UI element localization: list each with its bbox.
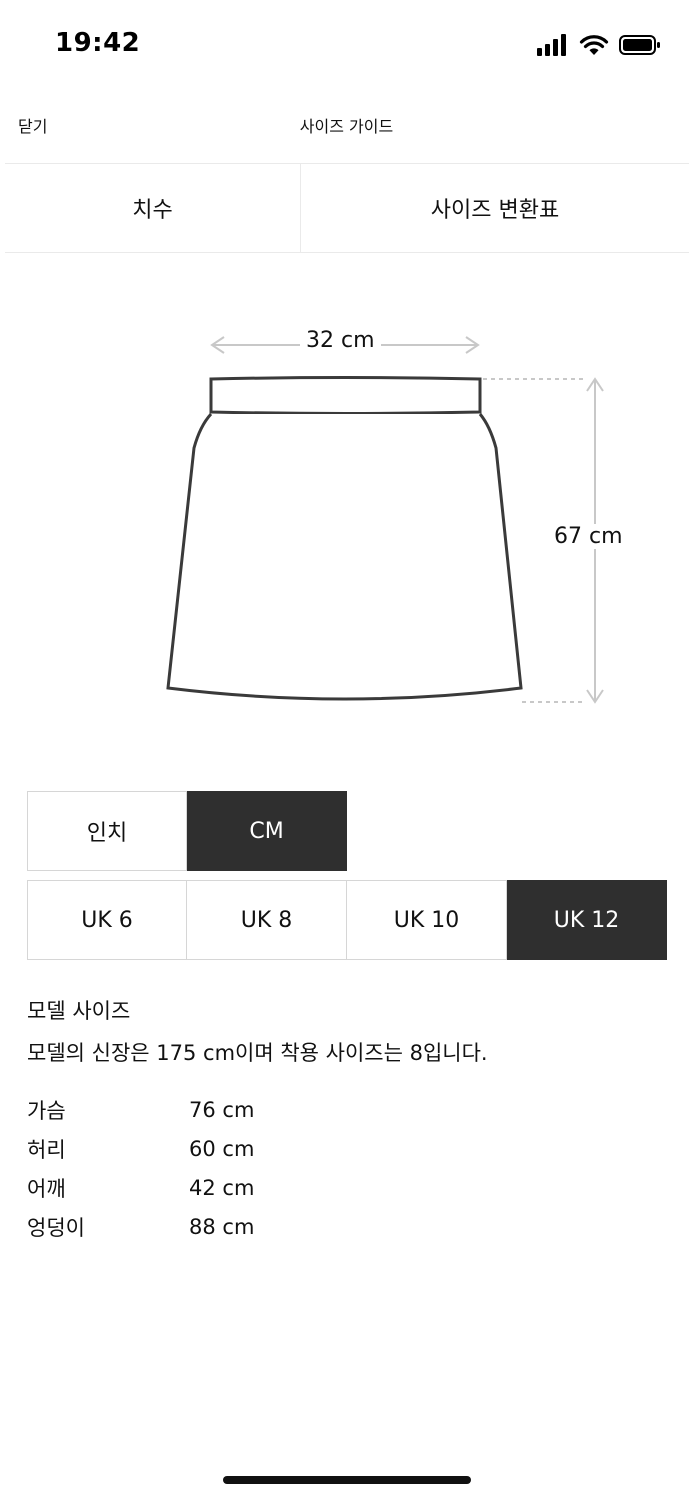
size-option-uk-8[interactable]: UK 8	[187, 880, 347, 960]
nav-header: 닫기 사이즈 가이드	[0, 95, 693, 155]
measurement-row: 가슴 76 cm	[27, 1090, 254, 1129]
size-option-uk-6[interactable]: UK 6	[27, 880, 187, 960]
measurement-name: 엉덩이	[27, 1215, 85, 1240]
measurement-value: 42 cm	[189, 1175, 255, 1200]
measurement-row: 엉덩이 88 cm	[27, 1207, 254, 1246]
tab-measurements[interactable]: 치수	[5, 164, 301, 252]
home-indicator[interactable]	[223, 1476, 471, 1484]
skirt-diagram: 32 cm 67 cm	[0, 290, 693, 730]
page-title: 사이즈 가이드	[299, 117, 394, 136]
tab-bar: 치수 사이즈 변환표	[5, 163, 689, 253]
size-selector: UK 6 UK 8 UK 10 UK 12	[27, 880, 667, 960]
tab-size-conversion[interactable]: 사이즈 변환표	[301, 164, 689, 252]
measurement-name: 허리	[27, 1137, 66, 1162]
model-size-description: 모델의 신장은 175 cm이며 착용 사이즈는 8입니다.	[27, 1041, 488, 1065]
skirt-waistband	[209, 376, 482, 415]
width-measurement-label: 32 cm	[300, 328, 381, 353]
unit-option-inch[interactable]: 인치	[27, 791, 187, 871]
size-option-uk-12[interactable]: UK 12	[507, 880, 667, 960]
status-icons	[537, 32, 661, 58]
measurement-value: 88 cm	[189, 1214, 255, 1239]
skirt-illustration	[166, 336, 604, 704]
skirt-body	[166, 412, 523, 701]
measurement-row: 어깨 42 cm	[27, 1168, 254, 1207]
battery-icon	[619, 35, 660, 55]
unit-toggle: 인치 CM	[27, 791, 347, 871]
measurement-name: 어깨	[27, 1176, 66, 1201]
status-bar: 19:42	[0, 0, 693, 90]
measurement-name: 가슴	[27, 1098, 66, 1123]
measurement-value: 60 cm	[189, 1136, 255, 1161]
height-measurement-label: 67 cm	[548, 524, 629, 549]
measurement-table: 가슴 76 cm 허리 60 cm 어깨 42 cm 엉덩이 88 cm	[27, 1090, 254, 1246]
wifi-icon	[579, 35, 609, 55]
measurement-row: 허리 60 cm	[27, 1129, 254, 1168]
measurement-value: 76 cm	[189, 1097, 255, 1122]
model-size-heading: 모델 사이즈	[27, 999, 131, 1023]
status-time: 19:42	[55, 28, 141, 58]
model-info: 모델 사이즈 모델의 신장은 175 cm이며 착용 사이즈는 8입니다.	[27, 995, 488, 1069]
unit-option-cm[interactable]: CM	[187, 791, 347, 871]
signal-icon	[537, 34, 566, 56]
size-option-uk-10[interactable]: UK 10	[347, 880, 507, 960]
